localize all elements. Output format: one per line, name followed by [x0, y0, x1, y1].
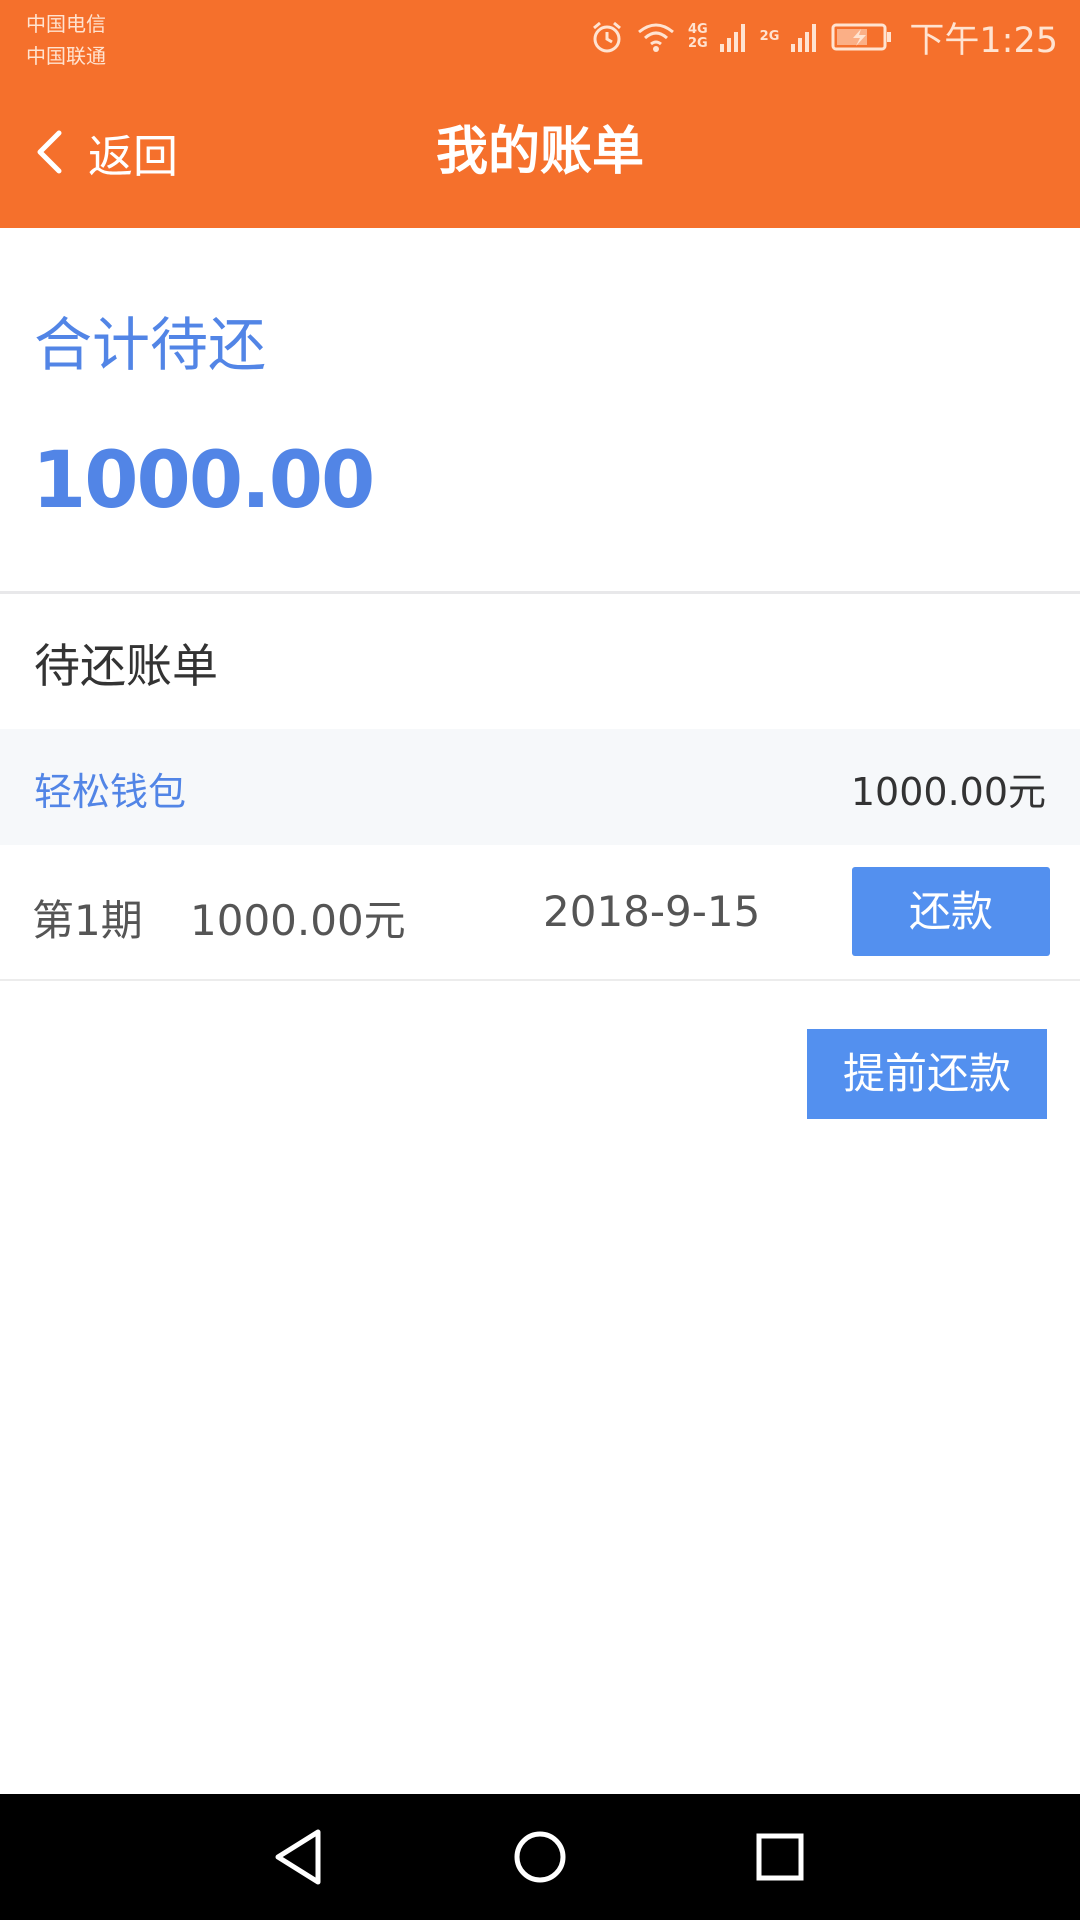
- bill-period: 第1期: [32, 896, 143, 945]
- status-icons: 4G 2G 2G 下午1:25: [590, 14, 1058, 61]
- total-due-amount: 1000.00: [32, 436, 375, 526]
- back-button[interactable]: 返回: [34, 116, 178, 188]
- total-due-section: 合计待还 1000.00: [0, 228, 1080, 594]
- alarm-icon: [592, 21, 621, 53]
- system-nav-bar: [0, 1794, 1080, 1920]
- recents-square-icon[interactable]: [747, 1824, 813, 1890]
- signal-icon: [719, 24, 745, 52]
- back-label: 返回: [88, 129, 179, 183]
- carrier-1: 中国电信: [26, 12, 106, 36]
- network-type-2: 2G: [759, 29, 780, 44]
- pending-bills-title: 待还账单: [34, 639, 218, 693]
- bill-amount: 1000.00元: [190, 896, 406, 945]
- home-circle-icon[interactable]: [507, 1824, 573, 1890]
- prepay-button[interactable]: 提前还款: [807, 1029, 1047, 1119]
- repay-button[interactable]: 还款: [852, 867, 1050, 956]
- carrier-info: 中国电信 中国联通: [26, 8, 106, 72]
- wifi-icon: [638, 23, 674, 52]
- product-name: 轻松钱包: [34, 770, 187, 814]
- battery-icon: [831, 23, 892, 51]
- status-time: 下午1:25: [909, 20, 1058, 61]
- app-header: 中国电信 中国联通 4G 2G 2G 下午1:25 返回 我的账单: [0, 0, 1080, 228]
- product-row: 轻松钱包 1000.00元: [0, 729, 1080, 845]
- signal-icon: [791, 24, 817, 52]
- back-triangle-icon[interactable]: [266, 1824, 332, 1890]
- network-type-1: 4G 2G: [687, 22, 708, 51]
- chevron-left-icon: [37, 130, 62, 174]
- bill-row: 第1期 1000.00元 2018-9-15 还款: [0, 845, 1080, 981]
- bill-due-date: 2018-9-15: [543, 887, 761, 936]
- carrier-2: 中国联通: [26, 44, 106, 68]
- total-due-label: 合计待还: [34, 311, 267, 379]
- product-amount: 1000.00元: [850, 770, 1046, 814]
